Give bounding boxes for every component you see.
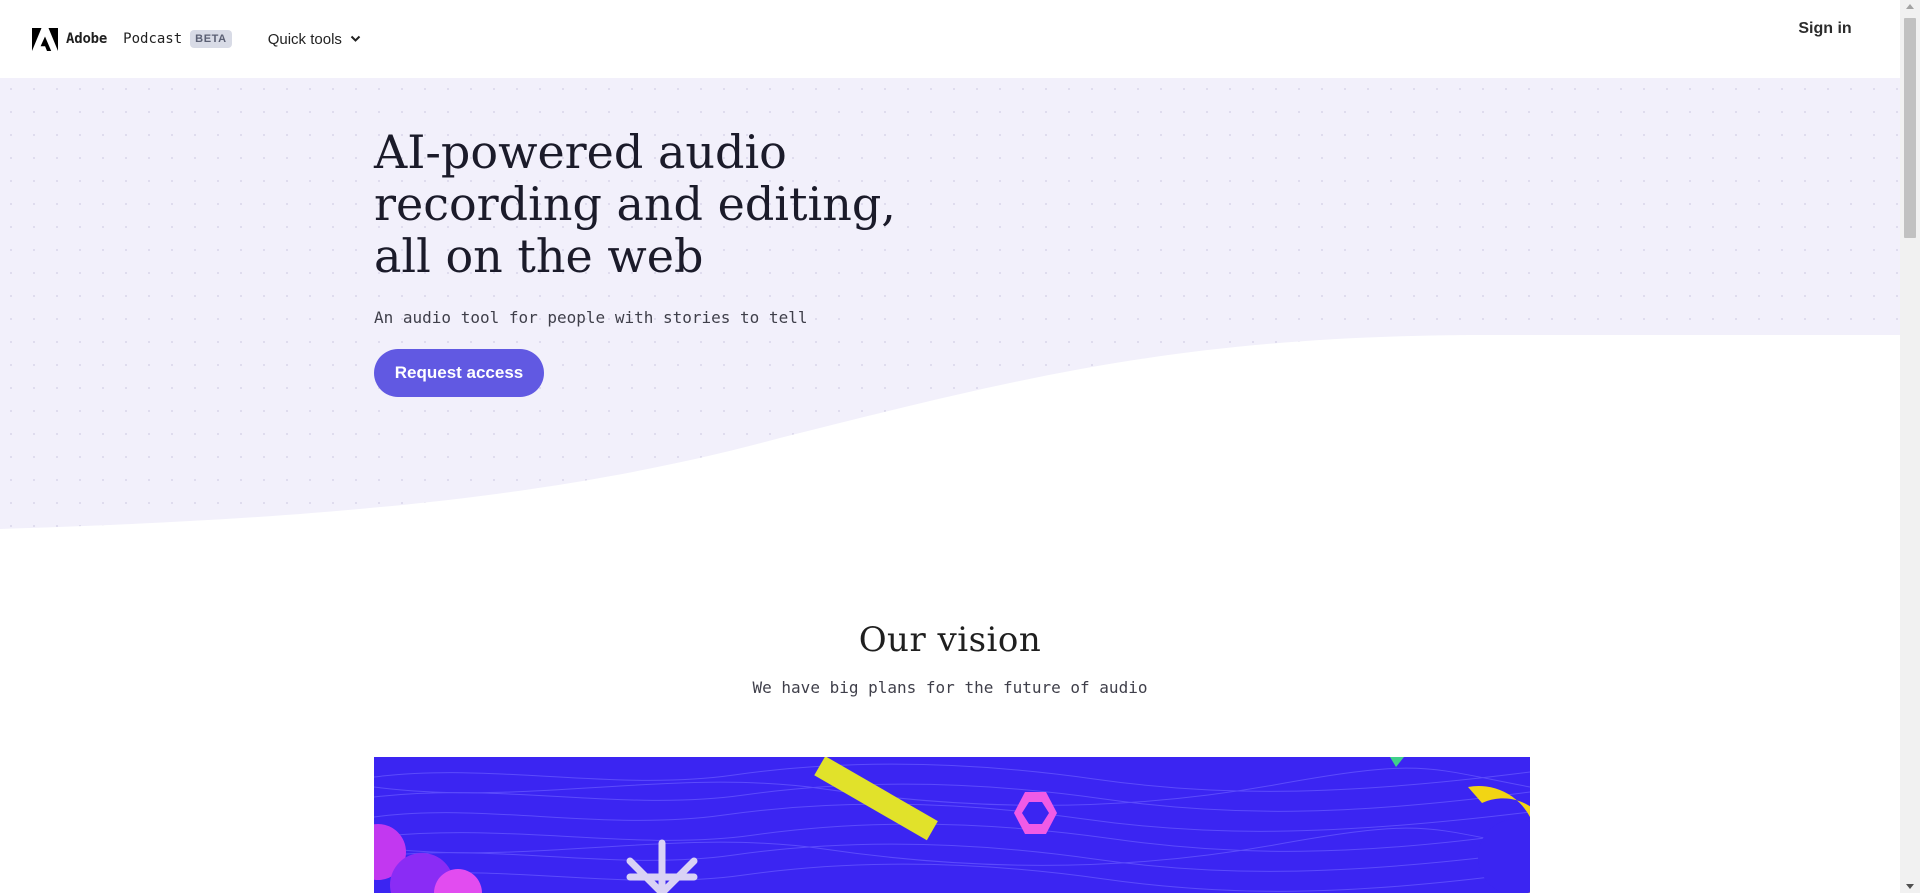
- vision-illustration: [374, 757, 1530, 893]
- hero-section: AI-powered audio recording and editing, …: [0, 78, 1900, 529]
- yellow-bar-shape: [814, 757, 938, 841]
- wave-lines: [374, 763, 1530, 892]
- adobe-logo-icon: [32, 27, 58, 51]
- hero-content: AI-powered audio recording and editing, …: [374, 126, 914, 397]
- sparkle-shape: [626, 839, 698, 893]
- adobe-logo[interactable]: Adobe: [32, 27, 108, 51]
- sign-in-button[interactable]: Sign in: [1790, 18, 1860, 39]
- pink-hexagon-shape: [1014, 792, 1057, 834]
- green-triangle-shape: [1390, 757, 1404, 767]
- scroll-down-arrow-icon[interactable]: [1906, 884, 1914, 889]
- purple-blobs-shape: [374, 824, 482, 893]
- scroll-up-arrow-icon[interactable]: [1906, 4, 1914, 9]
- hero-subtitle: An audio tool for people with stories to…: [374, 308, 808, 327]
- yellow-ring-shape: [1468, 786, 1530, 893]
- request-access-button[interactable]: Request access: [374, 349, 544, 397]
- product-name[interactable]: Podcast: [123, 31, 182, 47]
- top-navigation: Adobe Podcast BETA Quick tools Sign in: [0, 0, 1900, 78]
- quick-tools-label: Quick tools: [267, 30, 342, 48]
- brand-name: Adobe: [66, 31, 108, 47]
- page-scrollbar[interactable]: [1900, 0, 1920, 893]
- beta-badge: BETA: [190, 30, 232, 48]
- chevron-down-icon: [350, 35, 361, 43]
- hero-background: [0, 78, 1900, 529]
- hero-title: AI-powered audio recording and editing, …: [374, 125, 896, 283]
- quick-tools-menu[interactable]: Quick tools: [268, 31, 361, 48]
- vision-subtitle: We have big plans for the future of audi…: [752, 678, 1148, 697]
- scrollbar-thumb[interactable]: [1904, 18, 1916, 238]
- vision-section: Our vision We have big plans for the fut…: [0, 620, 1900, 697]
- vision-title: Our vision: [858, 620, 1042, 660]
